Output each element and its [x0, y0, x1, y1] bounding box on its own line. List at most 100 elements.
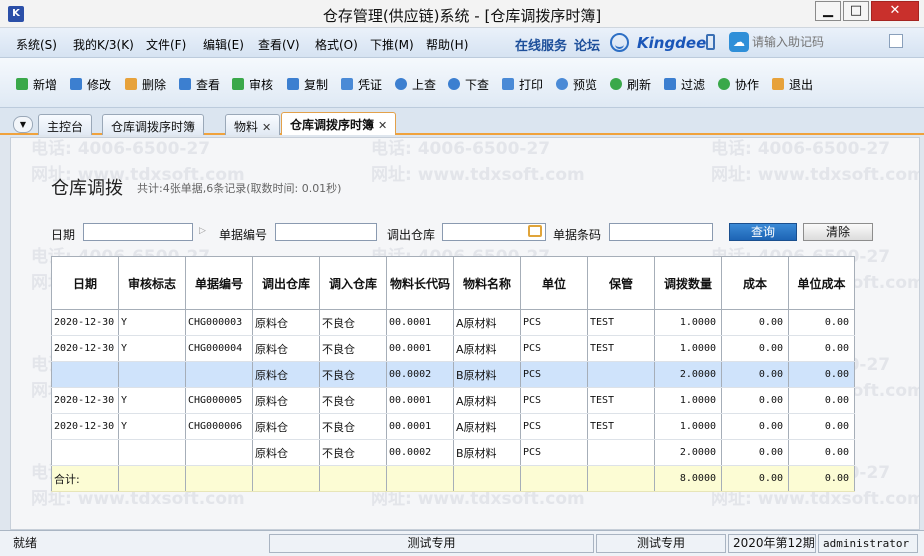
- close-icon[interactable]: ✕: [262, 121, 271, 134]
- print-button[interactable]: 打印: [502, 75, 543, 93]
- query-button[interactable]: 查询: [729, 223, 797, 241]
- cell-out-wh: 原料仓: [252, 335, 320, 362]
- cell-unit-cost: 0.00: [788, 413, 855, 440]
- menu-view[interactable]: 查看(V): [258, 36, 300, 53]
- menu-file[interactable]: 文件(F): [146, 36, 186, 53]
- column-header[interactable]: 物料长代码: [386, 256, 454, 310]
- filter-button[interactable]: 过滤: [664, 75, 705, 93]
- close-button[interactable]: ✕: [871, 1, 919, 21]
- voucher-button[interactable]: 凭证: [341, 75, 382, 93]
- cell-bill-no: CHG000003: [185, 309, 253, 336]
- status-bar: 就绪 测试专用 测试专用 2020年第12期 administrator: [0, 530, 924, 556]
- date-arrow-icon[interactable]: ▷: [199, 226, 206, 236]
- cell-cost: 0.00: [721, 413, 789, 440]
- window-title: 仓存管理(供应链)系统 - [仓库调拨序时簿]: [322, 7, 602, 25]
- column-header[interactable]: 成本: [721, 256, 789, 310]
- cell-out-wh: 原料仓: [252, 309, 320, 336]
- menu-help[interactable]: 帮助(H): [426, 36, 468, 53]
- cell-audit: Y: [118, 335, 186, 362]
- column-header[interactable]: 物料名称: [453, 256, 521, 310]
- mnemonic-search-input[interactable]: [752, 32, 885, 52]
- total-row: 合计: 8.0000 0.00 0.00: [51, 465, 855, 492]
- cell-qty: 1.0000: [654, 413, 722, 440]
- bill-no-input[interactable]: [275, 223, 377, 241]
- edit-button[interactable]: 修改: [70, 75, 111, 93]
- exit-button[interactable]: 退出: [772, 75, 813, 93]
- cell-qty: 1.0000: [654, 309, 722, 336]
- menu-my-k3[interactable]: 我的K/3(K): [73, 36, 134, 53]
- column-header[interactable]: 单据编号: [185, 256, 253, 310]
- delete-button[interactable]: 删除: [125, 75, 166, 93]
- menu-format[interactable]: 格式(O): [315, 36, 358, 53]
- total-qty: 8.0000: [654, 465, 722, 492]
- menu-edit[interactable]: 编辑(E): [203, 36, 244, 53]
- column-header[interactable]: 单位: [520, 256, 588, 310]
- cell-keeper: TEST: [587, 387, 655, 414]
- column-header[interactable]: 调入仓库: [319, 256, 387, 310]
- refresh-button[interactable]: 刷新: [610, 75, 651, 93]
- cell-keeper: TEST: [587, 413, 655, 440]
- table-row[interactable]: 原料仓 不良仓 00.0002 B原材料 PCS 2.0000 0.00 0.0…: [51, 439, 855, 466]
- cell-bill-no: [185, 361, 253, 388]
- add-button[interactable]: 新增: [16, 75, 57, 93]
- cell-audit: [118, 361, 186, 388]
- close-icon[interactable]: ✕: [378, 119, 387, 132]
- lookup-icon[interactable]: [528, 225, 542, 237]
- cell-item-code: 00.0001: [386, 309, 454, 336]
- cell-item-code: 00.0002: [386, 439, 454, 466]
- cell-in-wh: 不良仓: [319, 387, 387, 414]
- column-header[interactable]: 调拨数量: [654, 256, 722, 310]
- table-row[interactable]: 2020-12-30 Y CHG000003 原料仓 不良仓 00.0001 A…: [51, 309, 855, 336]
- view-button[interactable]: 查看: [179, 75, 220, 93]
- tab-list-dropdown[interactable]: ▼: [13, 116, 33, 133]
- column-header[interactable]: 审核标志: [118, 256, 186, 310]
- phone-icon[interactable]: [706, 34, 715, 50]
- trace-up-button[interactable]: 上查: [395, 75, 436, 93]
- print-icon: [502, 78, 514, 90]
- table-row[interactable]: 2020-12-30 Y CHG000004 原料仓 不良仓 00.0001 A…: [51, 335, 855, 362]
- forum-link[interactable]: 论坛: [574, 35, 600, 54]
- cloud-icon[interactable]: ☁: [729, 32, 749, 52]
- cell-unit-cost: 0.00: [788, 335, 855, 362]
- collaborate-button[interactable]: 协作: [718, 75, 759, 93]
- tab-transfer-journal[interactable]: 仓库调拨序时簿: [102, 114, 205, 135]
- clear-button[interactable]: 清除: [803, 223, 873, 241]
- cell-audit: Y: [118, 309, 186, 336]
- preview-button[interactable]: 预览: [556, 75, 597, 93]
- column-header[interactable]: 日期: [51, 256, 119, 310]
- cell-unit: PCS: [520, 309, 588, 336]
- cell-unit-cost: 0.00: [788, 361, 855, 388]
- tab-transfer-journal-active[interactable]: 仓库调拨序时簿 ✕: [281, 112, 397, 135]
- menu-push-down[interactable]: 下推(M): [370, 36, 414, 53]
- approve-button[interactable]: 审核: [232, 75, 273, 93]
- watermark-phone: 电话: 4006-6500-27: [31, 139, 211, 159]
- cell-cost: 0.00: [721, 309, 789, 336]
- date-input[interactable]: [83, 223, 193, 241]
- table-row[interactable]: 2020-12-30 Y CHG000005 原料仓 不良仓 00.0001 A…: [51, 387, 855, 414]
- online-service-link[interactable]: 在线服务: [515, 35, 567, 54]
- smile-icon[interactable]: [610, 33, 629, 52]
- column-header[interactable]: 单位成本: [788, 256, 855, 310]
- cell-item-code: 00.0001: [386, 387, 454, 414]
- table-row[interactable]: 2020-12-30 Y CHG000006 原料仓 不良仓 00.0001 A…: [51, 413, 855, 440]
- barcode-input[interactable]: [609, 223, 713, 241]
- cell-bill-no: CHG000005: [185, 387, 253, 414]
- cell-in-wh: 不良仓: [319, 309, 387, 336]
- table-row-selected[interactable]: 原料仓 不良仓 00.0002 B原材料 PCS 2.0000 0.00 0.0…: [51, 361, 855, 388]
- cell-item-code: 00.0002: [386, 361, 454, 388]
- maximize-button[interactable]: □: [843, 1, 869, 21]
- trace-down-button[interactable]: 下查: [448, 75, 489, 93]
- column-header[interactable]: 保管: [587, 256, 655, 310]
- cell-bill-no: CHG000004: [185, 335, 253, 362]
- minimize-button[interactable]: ▁: [815, 1, 841, 21]
- tab-main-console[interactable]: 主控台: [38, 114, 93, 135]
- cell-unit: PCS: [520, 335, 588, 362]
- mnemonic-go-button[interactable]: [889, 34, 903, 48]
- menu-system[interactable]: 系统(S): [16, 36, 57, 53]
- copy-button[interactable]: 复制: [287, 75, 328, 93]
- tab-material[interactable]: 物料 ✕: [225, 114, 281, 135]
- tab-strip: ▼ 主控台 仓库调拨序时簿 物料 ✕ 仓库调拨序时簿 ✕: [0, 108, 924, 135]
- column-header[interactable]: 调出仓库: [252, 256, 320, 310]
- copy-icon: [287, 78, 299, 90]
- cell-date: 2020-12-30: [51, 309, 119, 336]
